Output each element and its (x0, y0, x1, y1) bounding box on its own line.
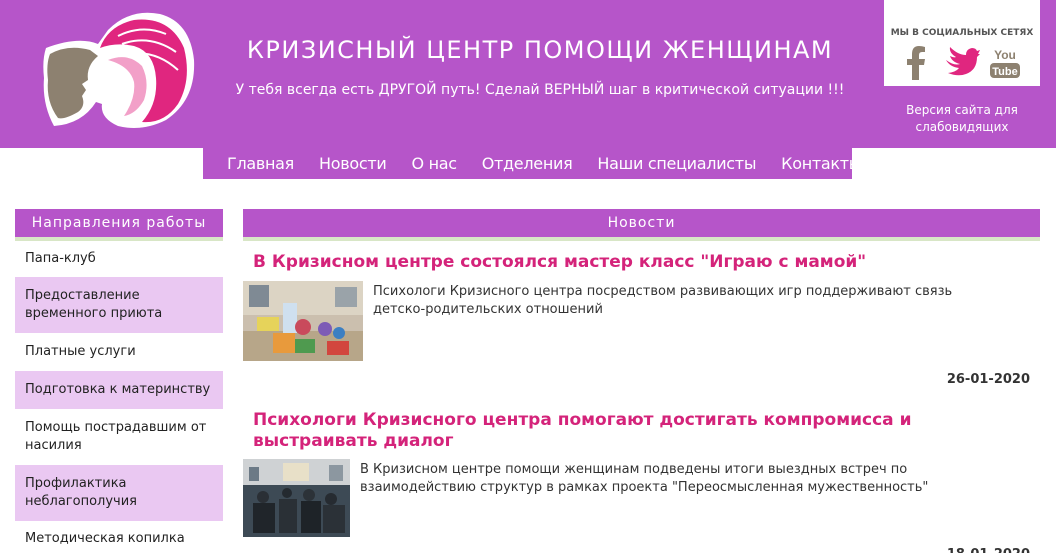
sidebar-item-violence-help[interactable]: Помощь пострадавшим от насилия (15, 409, 223, 465)
news-date-1: 26-01-2020 (946, 372, 1030, 387)
youtube-icon[interactable]: You Tube (988, 46, 1022, 80)
sidebar-item-paid-services[interactable]: Платные услуги (15, 333, 223, 371)
main-nav: Главная Новости О нас Отделения Наши спе… (203, 148, 861, 179)
site-tagline: У тебя всегда есть ДРУГОЙ путь! Сделай В… (235, 82, 845, 98)
nav-item-home[interactable]: Главная (227, 154, 294, 173)
news-thumbnail-1[interactable] (243, 281, 363, 361)
nav-item-specialists[interactable]: Наши специалисты (597, 154, 756, 173)
twitter-bird-icon[interactable] (944, 46, 980, 80)
accessible-version-link[interactable]: Версия сайта для слабовидящих (884, 102, 1040, 136)
news-section-title: Новости (243, 209, 1040, 241)
social-networks-box: МЫ В СОЦИАЛЬНЫХ СЕТЯХ You Tube (884, 0, 1040, 86)
site-title: КРИЗИСНЫЙ ЦЕНТР ПОМОЩИ ЖЕНЩИНАМ (246, 36, 834, 64)
youtube-bottom-text: Tube (992, 66, 1017, 78)
nav-item-about[interactable]: О нас (411, 154, 457, 173)
nav-item-news[interactable]: Новости (319, 154, 387, 173)
news-title-2[interactable]: Психологи Кризисного центра помогают дос… (253, 410, 1013, 452)
social-title: МЫ В СОЦИАЛЬНЫХ СЕТЯХ (890, 28, 1034, 38)
sidebar-item-methodical[interactable]: Методическая копилка (15, 521, 223, 553)
sidebar-item-shelter[interactable]: Предоставление временного приюта (15, 277, 223, 333)
facebook-icon[interactable] (906, 46, 926, 80)
news-title-1[interactable]: В Кризисном центре состоялся мастер клас… (253, 252, 1033, 273)
sidebar-item-maternity[interactable]: Подготовка к материнству (15, 371, 223, 409)
sidebar-item-papa-club[interactable]: Папа-клуб (15, 241, 223, 277)
news-text-1: Психологи Кризисного центра посредством … (373, 284, 953, 317)
sidebar-title: Направления работы (15, 209, 223, 241)
accessible-line-1: Версия сайта для (906, 103, 1018, 117)
news-date-2: 18-01-2020 (830, 547, 1030, 553)
youtube-top-text: You (994, 48, 1016, 62)
sidebar-item-prevention[interactable]: Профилактика неблагополучия (15, 465, 223, 521)
accessible-line-2: слабовидящих (915, 120, 1009, 134)
woman-silhouette-logo-icon[interactable] (38, 8, 196, 132)
news-text-2: В Кризисном центре помощи женщинам подве… (360, 462, 929, 495)
nav-item-contacts[interactable]: Контакты (781, 154, 861, 173)
news-section: Новости (243, 209, 1040, 241)
news-thumbnail-2[interactable] (243, 459, 350, 537)
nav-item-departments[interactable]: Отделения (482, 154, 573, 173)
sidebar: Направления работы Папа-клуб Предоставле… (15, 209, 223, 553)
